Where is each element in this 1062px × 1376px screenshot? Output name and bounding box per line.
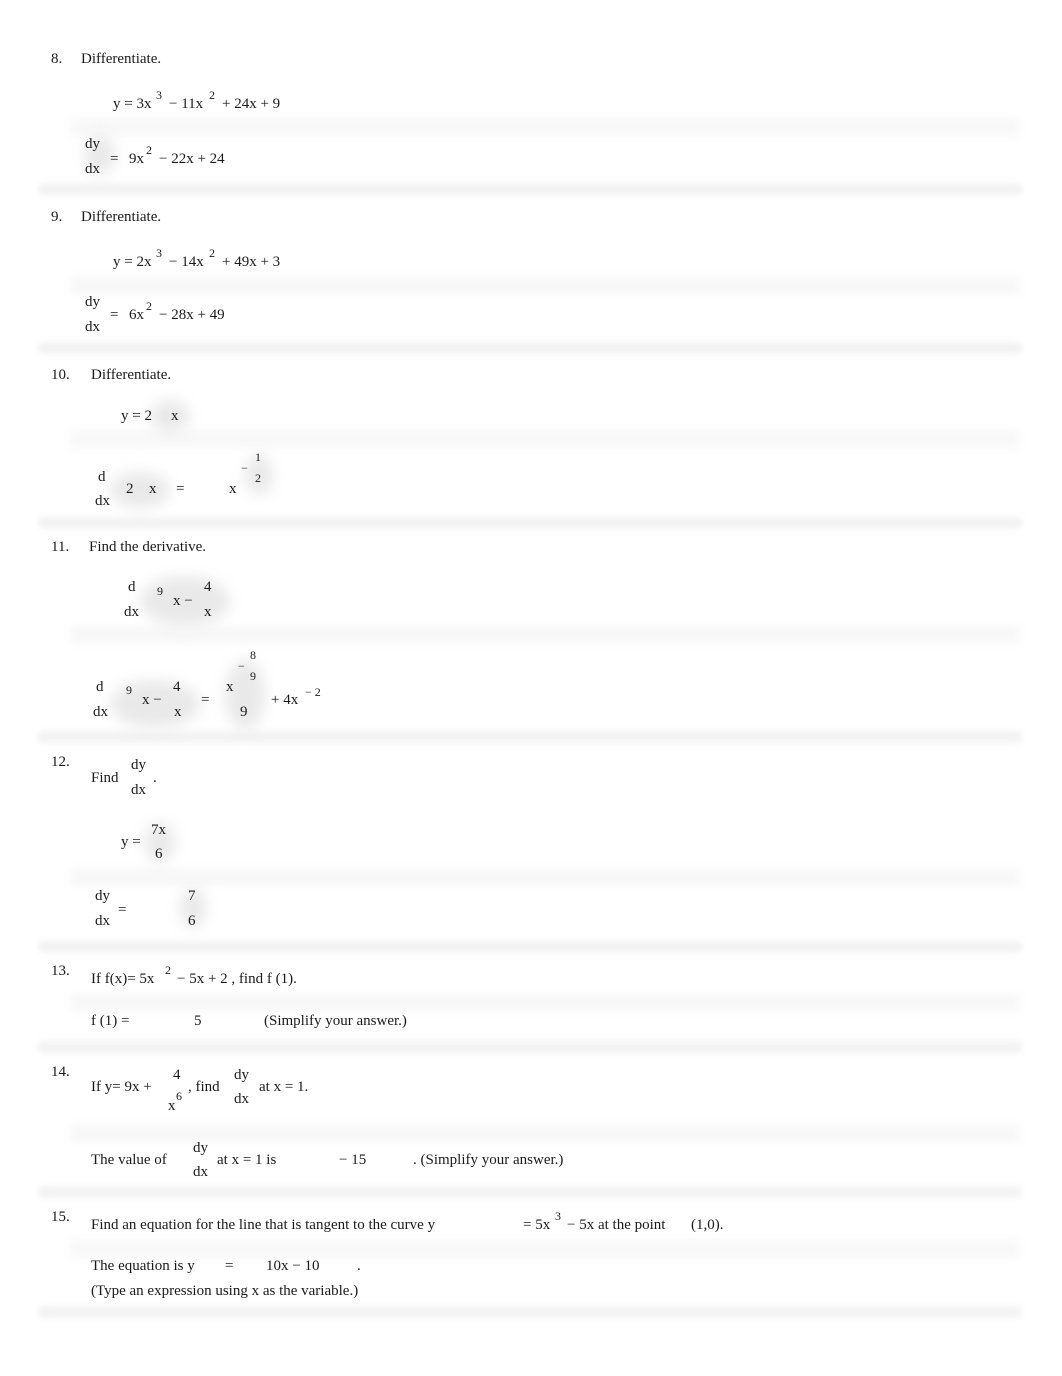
problem-number: 13. xyxy=(51,963,70,979)
answer-field[interactable]: x xyxy=(226,680,234,695)
divider xyxy=(38,341,1022,355)
problem-number: 11. xyxy=(51,539,70,555)
divider xyxy=(70,626,1020,644)
radical-placeholder xyxy=(150,400,190,432)
problem-prompt: Differentiate. xyxy=(81,51,162,67)
divider xyxy=(38,940,1022,954)
divider xyxy=(70,118,1020,136)
divider xyxy=(70,1124,1020,1142)
hint-text: (Simplify your answer.) xyxy=(264,1013,407,1029)
answer-field[interactable]: x xyxy=(229,482,237,497)
answer-label: f (1) = xyxy=(91,1013,130,1029)
problem-prompt: Differentiate. xyxy=(81,209,162,225)
divider xyxy=(70,1240,1020,1258)
divider xyxy=(38,1040,1022,1054)
divider xyxy=(70,276,1020,294)
divider xyxy=(38,182,1022,196)
hint-text: (Type an expression using x as the varia… xyxy=(91,1283,359,1299)
answer-field[interactable]: 7 xyxy=(188,889,196,904)
problem-number: 10. xyxy=(51,367,70,383)
answer-field[interactable]: − 15 xyxy=(339,1153,366,1168)
divider xyxy=(38,516,1022,530)
hint-text: . (Simplify your answer.) xyxy=(413,1152,564,1168)
problem-prompt: Find the derivative. xyxy=(89,539,207,555)
problem-number: 15. xyxy=(51,1209,70,1225)
answer-field[interactable]: 9x xyxy=(129,152,144,167)
problem-number: 14. xyxy=(51,1064,70,1080)
problem-number: 12. xyxy=(51,754,70,770)
problem-prompt: Differentiate. xyxy=(91,367,172,383)
divider xyxy=(38,1185,1022,1199)
answer-field[interactable]: 6x xyxy=(129,308,144,323)
problem-number: 9. xyxy=(51,209,63,225)
answer-field[interactable]: 5 xyxy=(194,1014,202,1029)
answer-field[interactable]: 10x − 10 xyxy=(266,1259,319,1274)
divider xyxy=(70,868,1020,886)
problem-number: 8. xyxy=(51,51,63,67)
radical-placeholder xyxy=(110,472,170,508)
divider xyxy=(70,430,1020,448)
divider xyxy=(70,994,1020,1012)
divider xyxy=(38,1305,1022,1319)
divider xyxy=(38,730,1022,744)
